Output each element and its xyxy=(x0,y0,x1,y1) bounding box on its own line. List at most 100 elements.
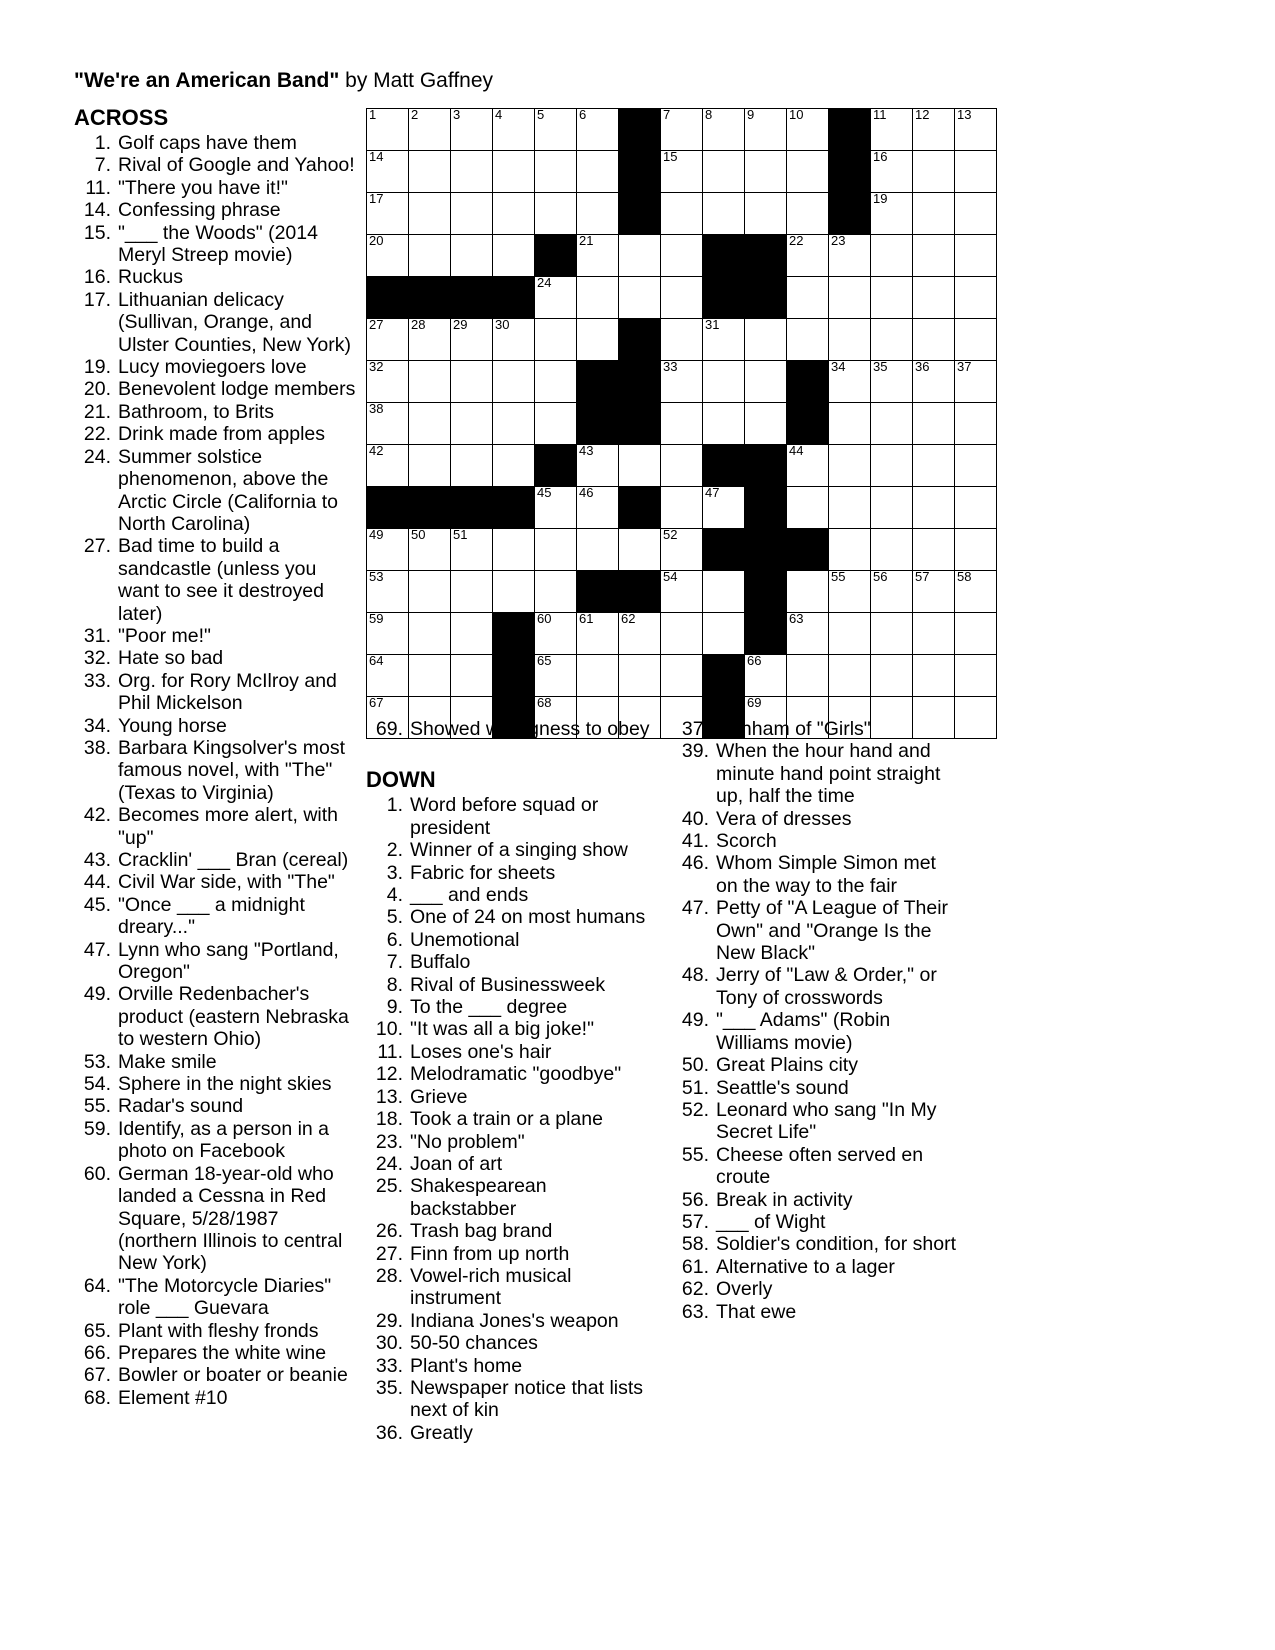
grid-cell[interactable] xyxy=(450,654,493,697)
grid-cell[interactable]: 15 xyxy=(660,150,703,193)
grid-cell[interactable] xyxy=(954,150,997,193)
clue-item[interactable]: 5. One of 24 on most humans xyxy=(366,906,658,928)
grid-cell[interactable] xyxy=(660,612,703,655)
clue-item[interactable]: 25. Shakespearean backstabber xyxy=(366,1175,658,1220)
grid-cell[interactable]: 19 xyxy=(870,192,913,235)
grid-cell[interactable]: 24 xyxy=(534,276,577,319)
grid-cell[interactable] xyxy=(702,150,745,193)
grid-cell[interactable]: 29 xyxy=(450,318,493,361)
clue-item[interactable]: 30. 50-50 chances xyxy=(366,1332,658,1354)
clue-item[interactable]: 52. Leonard who sang "In My Secret Life" xyxy=(672,1099,962,1144)
grid-cell[interactable] xyxy=(576,192,619,235)
grid-cell[interactable]: 2 xyxy=(408,108,451,151)
grid-cell[interactable] xyxy=(786,150,829,193)
clue-item[interactable]: 63. That ewe xyxy=(672,1301,962,1323)
clue-item[interactable]: 36. Greatly xyxy=(366,1422,658,1444)
grid-cell[interactable] xyxy=(576,318,619,361)
grid-cell[interactable] xyxy=(702,612,745,655)
grid-cell[interactable]: 65 xyxy=(534,654,577,697)
grid-cell[interactable] xyxy=(954,444,997,487)
clue-item[interactable]: 27. Bad time to build a sandcastle (unles… xyxy=(74,535,356,625)
grid-cell[interactable] xyxy=(660,318,703,361)
grid-cell[interactable] xyxy=(786,654,829,697)
clue-item[interactable]: 23. "No problem" xyxy=(366,1131,658,1153)
clue-item[interactable]: 24. Summer solstice phenomenon, above the… xyxy=(74,446,356,536)
clue-item[interactable]: 33. Plant's home xyxy=(366,1355,658,1377)
grid-cell[interactable] xyxy=(786,570,829,613)
grid-cell[interactable] xyxy=(492,360,535,403)
grid-cell[interactable]: 49 xyxy=(366,528,409,571)
grid-cell[interactable] xyxy=(828,528,871,571)
grid-cell[interactable]: 32 xyxy=(366,360,409,403)
grid-cell[interactable]: 12 xyxy=(912,108,955,151)
clue-item[interactable]: 7. Buffalo xyxy=(366,951,658,973)
grid-cell[interactable] xyxy=(660,444,703,487)
grid-cell[interactable] xyxy=(744,402,787,445)
grid-cell[interactable] xyxy=(450,150,493,193)
clue-item[interactable]: 10. "It was all a big joke!" xyxy=(366,1018,658,1040)
clue-item[interactable]: 58. Soldier's condition, for short xyxy=(672,1233,962,1255)
grid-cell[interactable] xyxy=(618,528,661,571)
grid-cell[interactable] xyxy=(870,234,913,277)
grid-cell[interactable] xyxy=(912,318,955,361)
grid-cell[interactable]: 43 xyxy=(576,444,619,487)
grid-cell[interactable]: 61 xyxy=(576,612,619,655)
clue-item[interactable]: 53. Make smile xyxy=(74,1051,356,1073)
grid-cell[interactable] xyxy=(534,360,577,403)
grid-cell[interactable] xyxy=(660,234,703,277)
grid-cell[interactable]: 1 xyxy=(366,108,409,151)
grid-cell[interactable] xyxy=(786,192,829,235)
grid-cell[interactable]: 38 xyxy=(366,402,409,445)
clue-item[interactable]: 38. Barbara Kingsolver's most famous nove… xyxy=(74,737,356,804)
grid-cell[interactable]: 46 xyxy=(576,486,619,529)
grid-cell[interactable] xyxy=(492,570,535,613)
grid-cell[interactable]: 11 xyxy=(870,108,913,151)
grid-cell[interactable]: 27 xyxy=(366,318,409,361)
grid-cell[interactable] xyxy=(870,318,913,361)
grid-cell[interactable] xyxy=(660,654,703,697)
clue-item[interactable]: 62. Overly xyxy=(672,1278,962,1300)
grid-cell[interactable]: 13 xyxy=(954,108,997,151)
grid-cell[interactable] xyxy=(870,654,913,697)
grid-cell[interactable] xyxy=(408,192,451,235)
clue-item[interactable]: 49. Orville Redenbacher's product (easter… xyxy=(74,983,356,1050)
grid-cell[interactable] xyxy=(492,192,535,235)
grid-cell[interactable]: 55 xyxy=(828,570,871,613)
grid-cell[interactable] xyxy=(912,234,955,277)
grid-cell[interactable] xyxy=(492,528,535,571)
grid-cell[interactable] xyxy=(408,234,451,277)
grid-cell[interactable] xyxy=(702,570,745,613)
grid-cell[interactable] xyxy=(660,486,703,529)
clue-item[interactable]: 11. "There you have it!" xyxy=(74,177,356,199)
clue-item[interactable]: 2. Winner of a singing show xyxy=(366,839,658,861)
grid-cell[interactable] xyxy=(828,444,871,487)
grid-cell[interactable] xyxy=(954,276,997,319)
grid-cell[interactable]: 42 xyxy=(366,444,409,487)
clue-item[interactable]: 32. Hate so bad xyxy=(74,647,356,669)
grid-cell[interactable] xyxy=(744,318,787,361)
clue-item[interactable]: 1. Word before squad or president xyxy=(366,794,658,839)
grid-cell[interactable] xyxy=(450,570,493,613)
grid-cell[interactable] xyxy=(954,528,997,571)
clue-item[interactable]: 65. Plant with fleshy fronds xyxy=(74,1320,356,1342)
grid-cell[interactable] xyxy=(786,318,829,361)
grid-cell[interactable] xyxy=(660,276,703,319)
grid-cell[interactable]: 5 xyxy=(534,108,577,151)
clue-item[interactable]: 48. Jerry of "Law & Order," or Tony of cr… xyxy=(672,964,962,1009)
grid-cell[interactable] xyxy=(954,402,997,445)
clue-item[interactable]: 20. Benevolent lodge members xyxy=(74,378,356,400)
clue-item[interactable]: 54. Sphere in the night skies xyxy=(74,1073,356,1095)
grid-cell[interactable]: 50 xyxy=(408,528,451,571)
clue-item[interactable]: 64. "The Motorcycle Diaries" role ___ Gue… xyxy=(74,1275,356,1320)
grid-cell[interactable] xyxy=(912,444,955,487)
grid-cell[interactable]: 47 xyxy=(702,486,745,529)
grid-cell[interactable]: 33 xyxy=(660,360,703,403)
grid-cell[interactable] xyxy=(912,276,955,319)
grid-cell[interactable] xyxy=(954,612,997,655)
clue-item[interactable]: 66. Prepares the white wine xyxy=(74,1342,356,1364)
clue-item[interactable]: 35. Newspaper notice that lists next of k… xyxy=(366,1377,658,1422)
grid-cell[interactable] xyxy=(492,234,535,277)
grid-cell[interactable] xyxy=(870,444,913,487)
grid-cell[interactable] xyxy=(534,150,577,193)
clue-item[interactable]: 28. Vowel-rich musical instrument xyxy=(366,1265,658,1310)
